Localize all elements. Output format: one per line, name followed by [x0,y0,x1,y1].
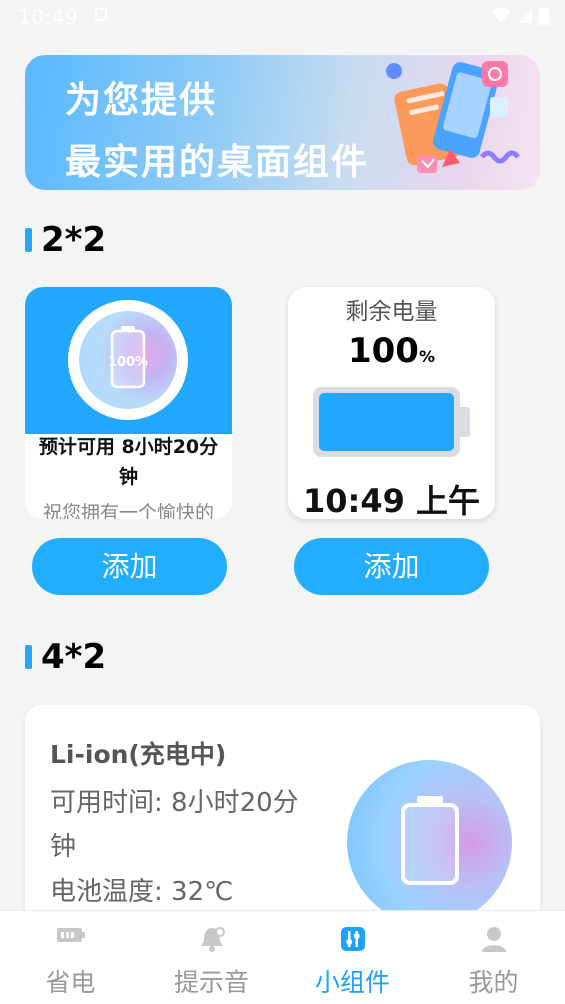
banner-illustration [386,61,520,173]
bottom-nav: 省电 提示音 小组件 我的 [0,910,565,1004]
section-marker [25,228,32,252]
status-time: 10:49 [18,5,79,29]
banner-line-1: 为您提供 [65,80,218,121]
widget-clock: 10:49 上午 [302,482,480,520]
status-icons [491,7,549,25]
battery-orb: 100% [79,311,177,409]
status-bar: 10:49 [0,0,565,34]
battery-type-title: Li-ion(充电中) [50,740,227,769]
nav-sounds-label: 提示音 [173,968,249,997]
add-widget-estimate-button[interactable]: 添加 [32,538,227,595]
section-marker [25,645,32,669]
battery-percent-value: 100 [347,331,419,371]
nav-mine-label: 我的 [468,968,519,997]
section-2x2-title: 2*2 [41,220,107,260]
battery-percent: 100% [288,331,495,371]
battery-temperature: 电池温度: 32℃ [50,877,234,907]
battery-percent-unit: % [418,347,435,366]
section-4x2-heading: 4*2 [25,637,106,677]
nav-mine[interactable]: 我的 [423,911,564,1004]
battery-glass-icon: 100% [108,326,148,389]
signal-icon [518,9,532,23]
notification-icon [95,8,107,21]
profile-icon [481,927,506,952]
section-2x2-heading: 2*2 [25,220,106,260]
estimate-line-2: 钟 [118,466,138,488]
battery-gauge-fill [319,393,454,451]
section-4x2-title: 4*2 [41,637,107,677]
estimate-line-1: 预计可用 8小时20分 [38,436,219,458]
widgets-icon [340,927,365,951]
widget-estimate-preview: 100% 预计可用 8小时20分 钟 祝您拥有一个愉快的 [25,287,232,519]
battery-gauge [313,387,460,457]
available-time-line-1: 可用时间: 8小时20分 [50,788,299,818]
wish-text: 祝您拥有一个愉快的 [42,502,214,519]
battery-icon [56,928,85,942]
wifi-icon [491,8,511,23]
available-time-line-2: 钟 [50,832,77,862]
estimate-text: 预计可用 8小时20分 钟 [25,432,232,492]
battery-outline-icon [401,796,459,885]
nav-save-power-label: 省电 [45,968,96,997]
banner-line-2: 最实用的桌面组件 [65,142,370,183]
battery-gauge-tip [460,407,470,437]
battery-orb-large [347,760,512,925]
nav-sounds[interactable]: 提示音 [141,911,282,1004]
remaining-label: 剩余电量 [345,299,438,325]
battery-icon-label: 100% [108,355,148,370]
nav-widgets-label: 小组件 [314,968,390,997]
nav-widgets[interactable]: 小组件 [282,911,423,1004]
add-widget-battery-button[interactable]: 添加 [294,538,489,595]
battery-status-icon [539,7,549,25]
widget-battery-preview: 剩余电量 100% 10:49 上午 [288,287,495,520]
bell-icon [200,927,225,952]
battery-ring: 100% [68,300,188,420]
promo-banner[interactable]: 为您提供 最实用的桌面组件 [25,55,540,190]
nav-save-power[interactable]: 省电 [0,911,141,1004]
